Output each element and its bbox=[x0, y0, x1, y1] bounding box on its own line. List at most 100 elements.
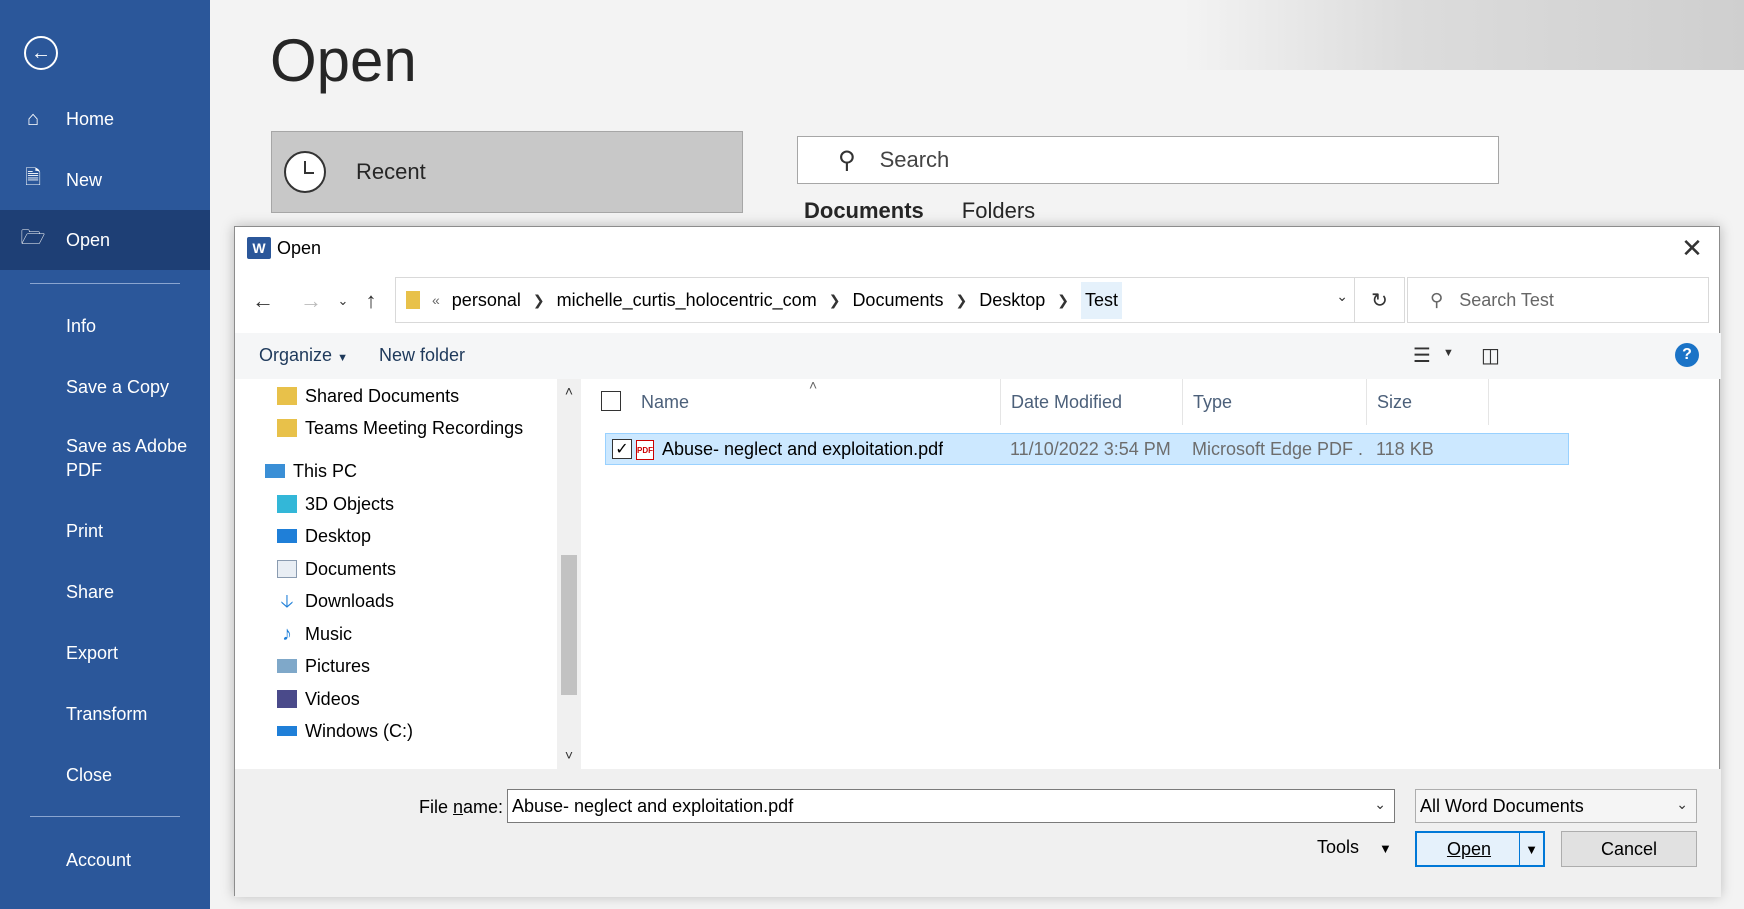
close-icon[interactable]: ✕ bbox=[1677, 233, 1707, 263]
sidebar-item-close[interactable]: Close bbox=[0, 745, 210, 805]
sidebar-item-print[interactable]: Print bbox=[0, 501, 210, 561]
tree-item-pictures[interactable]: Pictures bbox=[277, 651, 370, 681]
tree-item-label: Documents bbox=[305, 558, 397, 579]
tree-item-label: Pictures bbox=[305, 655, 371, 676]
sidebar-item-new[interactable]: 🗎 New bbox=[0, 150, 210, 210]
up-arrow-icon[interactable]: ↑ bbox=[357, 285, 385, 317]
recent-locations-chevron-icon[interactable]: ⌄ bbox=[329, 285, 357, 317]
tree-item-documents[interactable]: Documents bbox=[277, 554, 396, 584]
sidebar-item-label: Open bbox=[66, 229, 111, 250]
search-placeholder: Search bbox=[879, 147, 950, 172]
search-icon: ⚲ bbox=[838, 146, 856, 174]
select-all-checkbox[interactable] bbox=[601, 391, 621, 411]
tree-item-label: Music bbox=[305, 623, 353, 644]
home-icon: ⌂ bbox=[26, 107, 40, 130]
forward-arrow-icon[interactable]: → bbox=[297, 285, 325, 317]
breadcrumb-chevron-icon[interactable]: ❯ bbox=[955, 292, 967, 309]
tree-item-teams-meeting-recordings[interactable]: Teams Meeting Recordings bbox=[277, 413, 523, 443]
sidebar-item-account[interactable]: Account bbox=[0, 830, 210, 890]
search-placeholder: Search Test bbox=[1459, 289, 1554, 310]
pictures-icon bbox=[277, 659, 297, 673]
sidebar-item-open[interactable]: 🗁 Open bbox=[0, 210, 210, 270]
navigation-scrollbar[interactable]: ˄ ˅ bbox=[557, 379, 581, 769]
breadcrumb-chevron-icon[interactable]: ❯ bbox=[1057, 292, 1069, 309]
cancel-button[interactable]: Cancel bbox=[1561, 831, 1697, 867]
documents-icon bbox=[277, 560, 297, 578]
tree-item-this-pc[interactable]: This PC bbox=[265, 456, 357, 486]
column-label: Date Modified bbox=[1011, 391, 1123, 412]
chevron-down-icon[interactable]: ⌄ bbox=[1336, 288, 1348, 305]
file-size: 118 KB bbox=[1376, 439, 1434, 459]
videos-icon bbox=[277, 690, 297, 708]
tree-item-shared-documents[interactable]: Shared Documents bbox=[277, 381, 459, 411]
breadcrumb-overflow[interactable]: « bbox=[432, 292, 440, 308]
folder-search-input[interactable]: ⚲ Search Test bbox=[1407, 277, 1709, 323]
chevron-down-icon[interactable]: ⌄ bbox=[1374, 796, 1386, 813]
open-label[interactable]: Open bbox=[1417, 833, 1521, 865]
sidebar-item-save-as-adobe-pdf[interactable]: Save as Adobe PDF bbox=[0, 423, 200, 493]
column-header-size[interactable]: Size bbox=[1367, 379, 1489, 425]
sidebar-item-export[interactable]: Export bbox=[0, 623, 210, 683]
address-bar[interactable]: « personal ❯ michelle_curtis_holocentric… bbox=[395, 277, 1405, 323]
sidebar-item-share[interactable]: Share bbox=[0, 562, 210, 622]
dialog-footer: File name: Abuse- neglect and exploitati… bbox=[235, 769, 1721, 897]
scroll-up-icon[interactable]: ˄ bbox=[561, 383, 577, 399]
caret-down-icon[interactable]: ▼ bbox=[1443, 347, 1454, 359]
tools-button[interactable]: Tools ▼ bbox=[1317, 837, 1392, 858]
column-label: Size bbox=[1377, 391, 1413, 412]
tree-item-label: This PC bbox=[293, 460, 358, 481]
tree-item-music[interactable]: ♪ Music bbox=[277, 619, 352, 649]
navigation-pane: Shared Documents Teams Meeting Recording… bbox=[235, 379, 557, 769]
file-name-input[interactable]: Abuse- neglect and exploitation.pdf ⌄ bbox=[507, 789, 1395, 823]
navigation-bar: ← → ⌄ ↑ « personal ❯ michelle_curtis_hol… bbox=[235, 277, 1721, 327]
tree-item-3d-objects[interactable]: 3D Objects bbox=[277, 489, 394, 519]
back-arrow-icon[interactable]: ← bbox=[249, 285, 277, 317]
sidebar-item-label: New bbox=[66, 169, 103, 190]
tree-item-desktop[interactable]: Desktop bbox=[277, 521, 371, 551]
file-type-filter-select[interactable]: All Word Documents ⌄ bbox=[1415, 789, 1697, 823]
refresh-icon[interactable]: ↻ bbox=[1354, 278, 1404, 322]
breadcrumb-item[interactable]: Documents bbox=[852, 290, 943, 311]
recent-button[interactable]: Recent bbox=[271, 131, 743, 213]
sidebar-item-transform[interactable]: Transform bbox=[0, 684, 210, 744]
folder-icon bbox=[406, 291, 420, 309]
sidebar-item-info[interactable]: Info bbox=[0, 296, 210, 356]
row-checkbox[interactable]: ✓ bbox=[612, 439, 632, 459]
file-date-modified: 11/10/2022 3:54 PM bbox=[1010, 439, 1171, 459]
preview-pane-icon[interactable]: ◫ bbox=[1481, 343, 1500, 368]
column-header-name[interactable]: Name bbox=[631, 379, 1001, 425]
table-row[interactable]: ✓ PDF Abuse- neglect and exploitation.pd… bbox=[605, 433, 1569, 465]
backstage-search-input[interactable]: ⚲ Search bbox=[797, 136, 1499, 184]
caret-down-icon[interactable]: ▼ bbox=[1519, 833, 1543, 865]
breadcrumb-item[interactable]: Desktop bbox=[979, 290, 1045, 311]
recent-label: Recent bbox=[356, 159, 426, 184]
open-button[interactable]: Open ▼ bbox=[1415, 831, 1545, 867]
view-options-icon[interactable]: ☰ bbox=[1413, 343, 1431, 368]
command-bar: Organize ▼ New folder ☰ ▼ ◫ ? bbox=[235, 333, 1721, 379]
breadcrumb-current[interactable]: Test bbox=[1081, 281, 1123, 319]
scrollbar-thumb[interactable] bbox=[561, 555, 577, 695]
help-icon[interactable]: ? bbox=[1675, 343, 1699, 367]
backstage-tabs: Documents Folders bbox=[804, 198, 1035, 224]
organize-button[interactable]: Organize ▼ bbox=[259, 345, 348, 366]
new-folder-button[interactable]: New folder bbox=[379, 345, 465, 366]
scroll-down-icon[interactable]: ˅ bbox=[561, 747, 577, 763]
breadcrumb-item[interactable]: michelle_curtis_holocentric_com bbox=[557, 290, 817, 311]
tree-item-videos[interactable]: Videos bbox=[277, 684, 360, 714]
sidebar-item-home[interactable]: ⌂ Home bbox=[0, 89, 210, 149]
tree-item-windows-c[interactable]: Windows (C:) bbox=[277, 716, 413, 746]
back-arrow-icon[interactable]: ← bbox=[24, 36, 58, 70]
sidebar-item-save-a-copy[interactable]: Save a Copy bbox=[0, 357, 210, 417]
tree-item-downloads[interactable]: 🡣 Downloads bbox=[277, 586, 395, 616]
word-logo-icon: W bbox=[247, 237, 271, 259]
music-icon: ♪ bbox=[282, 623, 292, 645]
column-header-date-modified[interactable]: Date Modified bbox=[1001, 379, 1183, 425]
tab-documents[interactable]: Documents bbox=[804, 198, 924, 224]
caret-down-icon: ▼ bbox=[337, 352, 348, 364]
chevron-down-icon[interactable]: ⌄ bbox=[1676, 796, 1688, 813]
breadcrumb-item[interactable]: personal bbox=[452, 290, 521, 311]
breadcrumb-chevron-icon[interactable]: ❯ bbox=[533, 292, 545, 309]
tab-folders[interactable]: Folders bbox=[962, 198, 1035, 224]
column-header-type[interactable]: Type bbox=[1183, 379, 1367, 425]
breadcrumb-chevron-icon[interactable]: ❯ bbox=[829, 292, 841, 309]
